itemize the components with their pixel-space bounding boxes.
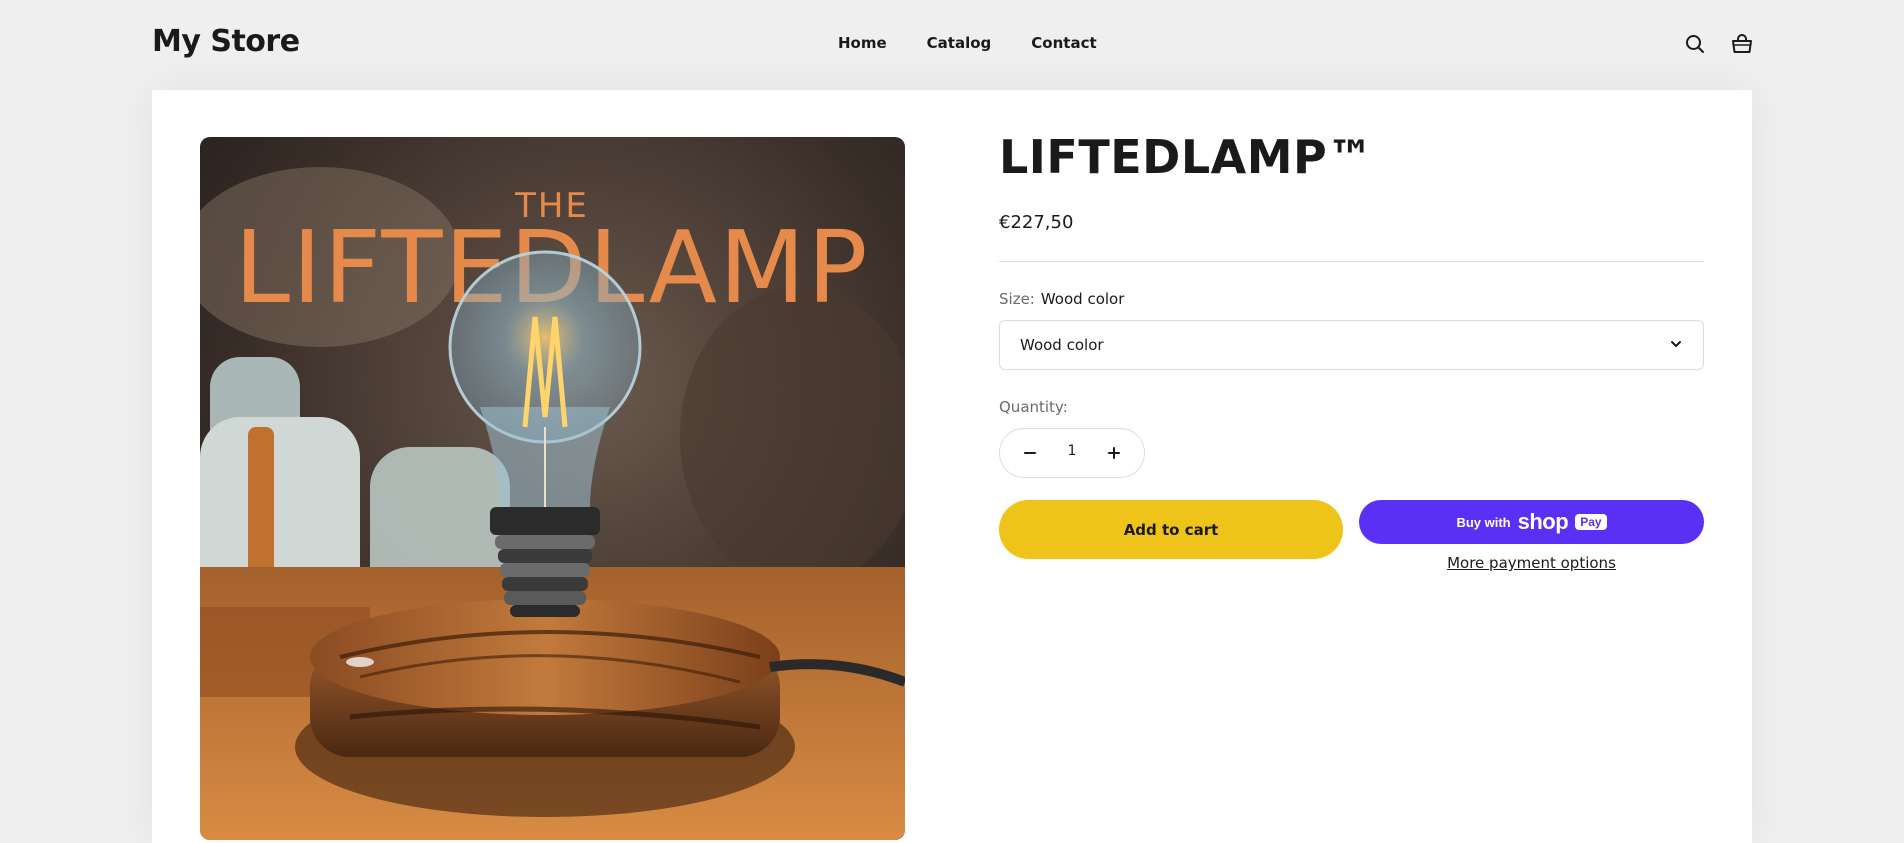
add-to-cart-button[interactable]: Add to cart	[999, 500, 1343, 559]
shop-pay-brand: shop	[1517, 509, 1569, 534]
product-title: LIFTEDLAMP™	[999, 130, 1374, 184]
main-nav: Home Catalog Contact	[838, 34, 1097, 52]
divider	[999, 261, 1704, 262]
cart-icon[interactable]	[1730, 32, 1754, 56]
size-label-text: Size:	[999, 290, 1035, 308]
size-select[interactable]: Wood color	[999, 320, 1704, 370]
product-image[interactable]: THE LIFTEDLAMP	[200, 137, 905, 840]
header-actions	[1683, 32, 1754, 56]
quantity-stepper: 1	[999, 428, 1145, 478]
plus-icon[interactable]	[1102, 441, 1126, 465]
nav-home[interactable]: Home	[838, 34, 887, 52]
quantity-label: Quantity:	[999, 398, 1068, 416]
product-price: €227,50	[999, 212, 1074, 233]
site-header: My Store Home Catalog Contact	[0, 0, 1904, 90]
size-select-value: Wood color	[1020, 336, 1104, 354]
shop-pay-badge: Pay	[1575, 514, 1607, 530]
nav-catalog[interactable]: Catalog	[927, 34, 992, 52]
nav-contact[interactable]: Contact	[1031, 34, 1096, 52]
product-section: THE LIFTEDLAMP LIFTEDLAMP™ €227,50 Size:…	[152, 90, 1752, 843]
shop-pay-prefix: Buy with	[1456, 514, 1511, 530]
size-label: Size: Wood color	[999, 290, 1124, 308]
shop-pay-button[interactable]: Buy with shop Pay	[1359, 500, 1704, 544]
search-icon[interactable]	[1683, 32, 1707, 56]
chevron-down-icon	[1671, 341, 1681, 347]
store-logo[interactable]: My Store	[152, 24, 300, 59]
size-selected-value: Wood color	[1040, 290, 1125, 308]
more-payment-options-link[interactable]: More payment options	[1359, 554, 1704, 572]
